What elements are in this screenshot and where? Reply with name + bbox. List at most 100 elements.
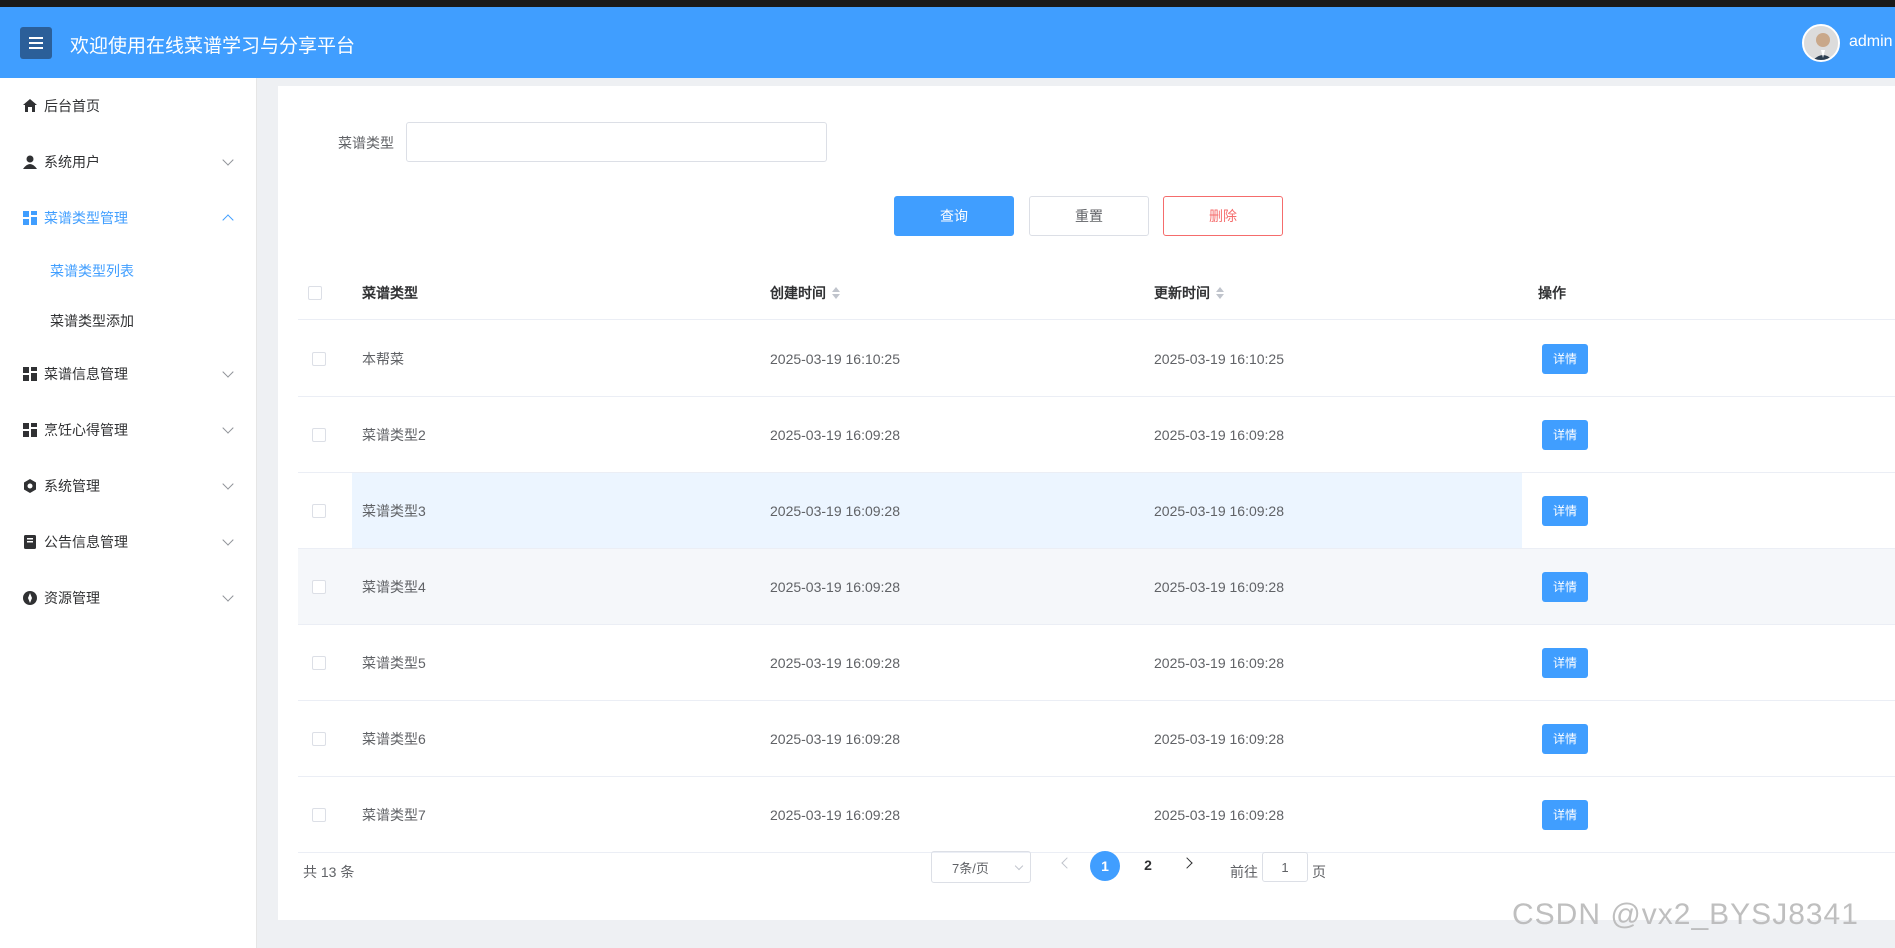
user-icon — [23, 155, 37, 169]
row-checkbox[interactable] — [312, 807, 326, 822]
table-row: 菜谱类型5 2025-03-19 16:09:28 2025-03-19 16:… — [298, 625, 1895, 701]
sidebar: 后台首页 系统用户 菜谱类型管理 菜谱类型列表 菜谱类型添加 菜谱信息管理 烹饪… — [0, 78, 257, 948]
row-checkbox-cell — [312, 625, 326, 700]
recipe-type-input[interactable] — [406, 122, 827, 162]
chevron-down-icon — [222, 478, 234, 490]
sidebar-item-label: 菜谱信息管理 — [44, 366, 128, 382]
sidebar-item-resources[interactable]: 资源管理 — [0, 578, 257, 618]
cell-type: 本帮菜 — [362, 350, 404, 367]
detail-button[interactable]: 详情 — [1542, 799, 1588, 830]
window-top-strip — [0, 0, 1895, 7]
cell-type: 菜谱类型4 — [362, 578, 426, 595]
row-checkbox[interactable] — [312, 579, 326, 594]
sidebar-item-label: 系统管理 — [44, 478, 100, 494]
cell-actions: 详情 — [1542, 625, 1588, 700]
cell-created: 2025-03-19 16:09:28 — [770, 578, 900, 595]
sort-icon[interactable] — [832, 287, 840, 299]
row-checkbox-cell — [312, 473, 326, 548]
detail-button[interactable]: 详情 — [1542, 647, 1588, 678]
menu-toggle-button[interactable] — [20, 27, 52, 59]
avatar[interactable] — [1802, 24, 1840, 62]
sidebar-item-home[interactable]: 后台首页 — [0, 86, 257, 126]
query-button[interactable]: 查询 — [894, 196, 1014, 236]
detail-button[interactable]: 详情 — [1542, 571, 1588, 602]
cell-created: 2025-03-19 16:09:28 — [770, 426, 900, 443]
row-checkbox[interactable] — [312, 503, 326, 518]
table-row: 菜谱类型4 2025-03-19 16:09:28 2025-03-19 16:… — [298, 549, 1895, 625]
grid-icon — [23, 367, 37, 381]
row-checkbox[interactable] — [312, 655, 326, 670]
row-checkbox-cell — [312, 549, 326, 624]
row-checkbox-cell — [312, 701, 326, 776]
goto-suffix: 页 — [1312, 864, 1326, 880]
prev-page-icon[interactable] — [1061, 857, 1073, 869]
column-header-label: 更新时间 — [1154, 285, 1210, 301]
filter-label: 菜谱类型 — [338, 135, 394, 151]
top-header: 欢迎使用在线菜谱学习与分享平台 admin — [0, 7, 1895, 78]
reset-button[interactable]: 重置 — [1029, 196, 1149, 236]
cell-created: 2025-03-19 16:09:28 — [770, 654, 900, 671]
row-checkbox-cell — [312, 777, 326, 852]
cell-type: 菜谱类型6 — [362, 730, 426, 747]
sidebar-item-cooking-notes[interactable]: 烹饪心得管理 — [0, 410, 257, 450]
column-header-created[interactable]: 创建时间 — [770, 266, 840, 320]
detail-button[interactable]: 详情 — [1542, 419, 1588, 450]
table-header: 菜谱类型 创建时间 更新时间 操作 — [298, 266, 1895, 320]
sidebar-item-recipe-info[interactable]: 菜谱信息管理 — [0, 354, 257, 394]
main-content: 菜谱类型 查询 重置 删除 菜谱类型 创建时间 更新时间 操作 本帮菜 2025… — [278, 86, 1895, 920]
sidebar-subitem-type-list[interactable]: 菜谱类型列表 — [0, 251, 257, 291]
table-row: 本帮菜 2025-03-19 16:10:25 2025-03-19 16:10… — [298, 321, 1895, 397]
column-header-updated[interactable]: 更新时间 — [1154, 266, 1224, 320]
row-hover-highlight — [352, 473, 1522, 548]
column-header-type: 菜谱类型 — [362, 285, 418, 301]
table-row: 菜谱类型3 2025-03-19 16:09:28 2025-03-19 16:… — [298, 473, 1895, 549]
page-2-button[interactable]: 2 — [1133, 851, 1163, 879]
table-row: 菜谱类型2 2025-03-19 16:09:28 2025-03-19 16:… — [298, 397, 1895, 473]
sidebar-item-recipe-types[interactable]: 菜谱类型管理 — [0, 198, 257, 238]
delete-button[interactable]: 删除 — [1163, 196, 1283, 236]
select-all-checkbox[interactable] — [308, 286, 322, 300]
detail-button[interactable]: 详情 — [1542, 495, 1588, 526]
cell-created: 2025-03-19 16:09:28 — [770, 806, 900, 823]
cell-updated: 2025-03-19 16:09:28 — [1154, 578, 1284, 595]
select-all-cell — [308, 266, 322, 320]
cell-created: 2025-03-19 16:09:28 — [770, 730, 900, 747]
cell-created: 2025-03-19 16:10:25 — [770, 350, 900, 367]
pagination: 共 13 条 7条/页 1 2 前往 页 — [278, 851, 1895, 891]
chevron-down-icon — [1014, 861, 1024, 871]
goto-page-input[interactable] — [1262, 852, 1308, 882]
row-checkbox[interactable] — [312, 731, 326, 746]
cell-updated: 2025-03-19 16:10:25 — [1154, 350, 1284, 367]
next-page-icon[interactable] — [1181, 857, 1193, 869]
chevron-down-icon — [222, 590, 234, 602]
chevron-down-icon — [222, 154, 234, 166]
grid-icon — [23, 423, 37, 437]
cell-type: 菜谱类型3 — [362, 502, 426, 519]
username[interactable]: admin — [1849, 33, 1893, 51]
sidebar-item-label: 系统用户 — [44, 154, 100, 170]
table-row: 菜谱类型7 2025-03-19 16:09:28 2025-03-19 16:… — [298, 777, 1895, 853]
document-icon — [24, 535, 36, 549]
cell-updated: 2025-03-19 16:09:28 — [1154, 502, 1284, 519]
avatar-image — [1804, 26, 1838, 60]
sidebar-item-label: 资源管理 — [44, 590, 100, 606]
total-count: 共 13 条 — [303, 864, 355, 880]
site-title: 欢迎使用在线菜谱学习与分享平台 — [70, 36, 356, 57]
detail-button[interactable]: 详情 — [1542, 723, 1588, 754]
sort-icon[interactable] — [1216, 287, 1224, 299]
row-checkbox[interactable] — [312, 427, 326, 442]
page-1-button[interactable]: 1 — [1090, 851, 1120, 881]
detail-button[interactable]: 详情 — [1542, 343, 1588, 374]
cell-created: 2025-03-19 16:09:28 — [770, 502, 900, 519]
cell-actions: 详情 — [1542, 777, 1588, 852]
row-checkbox[interactable] — [312, 351, 326, 366]
sidebar-subitem-type-add[interactable]: 菜谱类型添加 — [0, 301, 257, 341]
home-icon — [23, 99, 37, 112]
page-size-select[interactable]: 7条/页 — [931, 851, 1031, 883]
grid-icon — [23, 211, 37, 225]
sidebar-item-system[interactable]: 系统管理 — [0, 466, 257, 506]
sidebar-item-notices[interactable]: 公告信息管理 — [0, 522, 257, 562]
sidebar-item-users[interactable]: 系统用户 — [0, 142, 257, 182]
hamburger-icon — [29, 37, 43, 49]
row-checkbox-cell — [312, 397, 326, 472]
